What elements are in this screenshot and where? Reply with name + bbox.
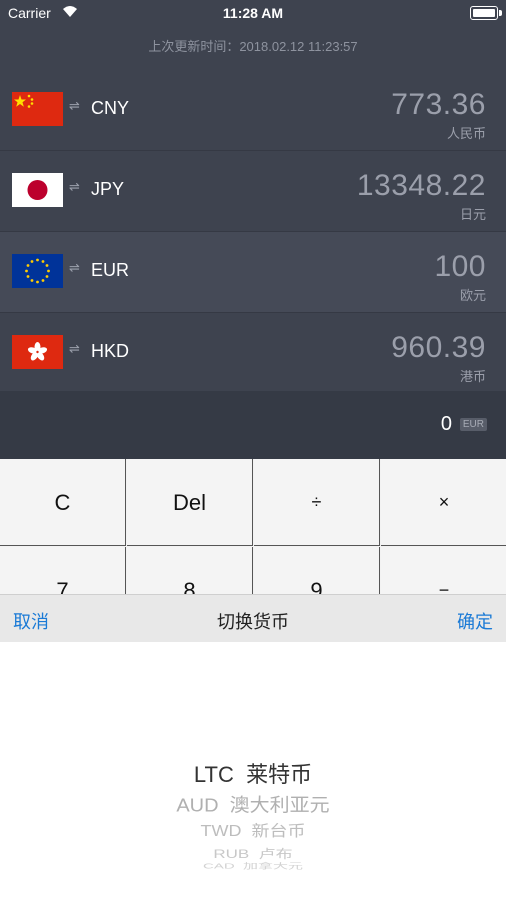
currency-row-cny[interactable]: ⇌ CNY 773.36 人民币 — [0, 70, 506, 151]
input-display: 0 EUR — [0, 391, 506, 459]
currency-amount: 773.36 — [391, 88, 486, 121]
status-time: 11:28 AM — [222, 5, 284, 21]
key-9[interactable]: 9 — [254, 547, 380, 595]
currency-amount: 960.39 — [391, 331, 486, 364]
picker-option[interactable]: TWD 新台币 — [0, 819, 506, 841]
picker-option[interactable]: RUB 卢布 — [0, 844, 506, 862]
delete-key[interactable]: Del — [127, 459, 253, 546]
japan-flag-icon — [12, 173, 63, 207]
currency-row-hkd[interactable]: ⇌ HKD 960.39 港币 — [0, 313, 506, 394]
swap-icon: ⇌ — [69, 179, 80, 194]
eu-flag-icon — [12, 254, 63, 288]
battery-icon — [470, 6, 502, 20]
key-8[interactable]: 8 — [127, 547, 253, 595]
currency-amount: 100 — [434, 250, 486, 283]
currency-list: ⇌ CNY 773.36 人民币 ⇌ JPY 13348.22 日元 ⇌ EUR… — [0, 70, 506, 394]
multiply-key[interactable]: × — [381, 459, 506, 546]
currency-code: EUR — [91, 260, 130, 280]
picker-option-selected[interactable]: LTC 莱特币 — [0, 757, 506, 789]
input-unit-badge: EUR — [459, 418, 487, 431]
currency-name: 港币 — [459, 369, 486, 384]
currency-code: CNY — [91, 98, 130, 118]
china-flag-icon — [12, 92, 63, 126]
currency-name: 人民币 — [446, 126, 486, 141]
divide-key[interactable]: ÷ — [254, 459, 380, 546]
confirm-button[interactable]: 确定 — [457, 608, 493, 634]
keypad: C Del ÷ × 7 8 9 − — [0, 459, 506, 595]
currency-row-eur[interactable]: ⇌ EUR 100 欧元 — [0, 232, 506, 313]
picker-option[interactable]: CAD 加拿大元 — [0, 860, 506, 871]
currency-row-jpy[interactable]: ⇌ JPY 13348.22 日元 — [0, 151, 506, 232]
currency-picker[interactable]: LTC 莱特币 AUD 澳大利亚元 TWD 新台币 RUB 卢布 CAD 加拿大… — [0, 642, 506, 900]
input-value: 0 — [440, 413, 452, 435]
currency-name: 日元 — [459, 207, 486, 222]
swap-icon: ⇌ — [69, 260, 80, 275]
currency-name: 欧元 — [459, 288, 486, 303]
key-7[interactable]: 7 — [0, 547, 126, 595]
picker-title: 切换货币 — [217, 612, 289, 632]
status-bar: Carrier 11:28 AM — [0, 0, 506, 26]
clear-key[interactable]: C — [0, 459, 126, 546]
currency-code: JPY — [91, 179, 125, 199]
swap-icon: ⇌ — [69, 341, 80, 356]
picker-option[interactable]: AUD 澳大利亚元 — [0, 790, 506, 817]
hong-kong-flag-icon — [12, 335, 63, 369]
currency-code: HKD — [91, 341, 130, 361]
currency-amount: 13348.22 — [356, 169, 486, 202]
picker-toolbar: 取消 切换货币 确定 — [0, 594, 506, 643]
minus-key[interactable]: − — [381, 547, 506, 595]
swap-icon: ⇌ — [69, 98, 80, 113]
last-update-text: 上次更新时间：2018.02.12 11:23:57 — [0, 26, 506, 70]
